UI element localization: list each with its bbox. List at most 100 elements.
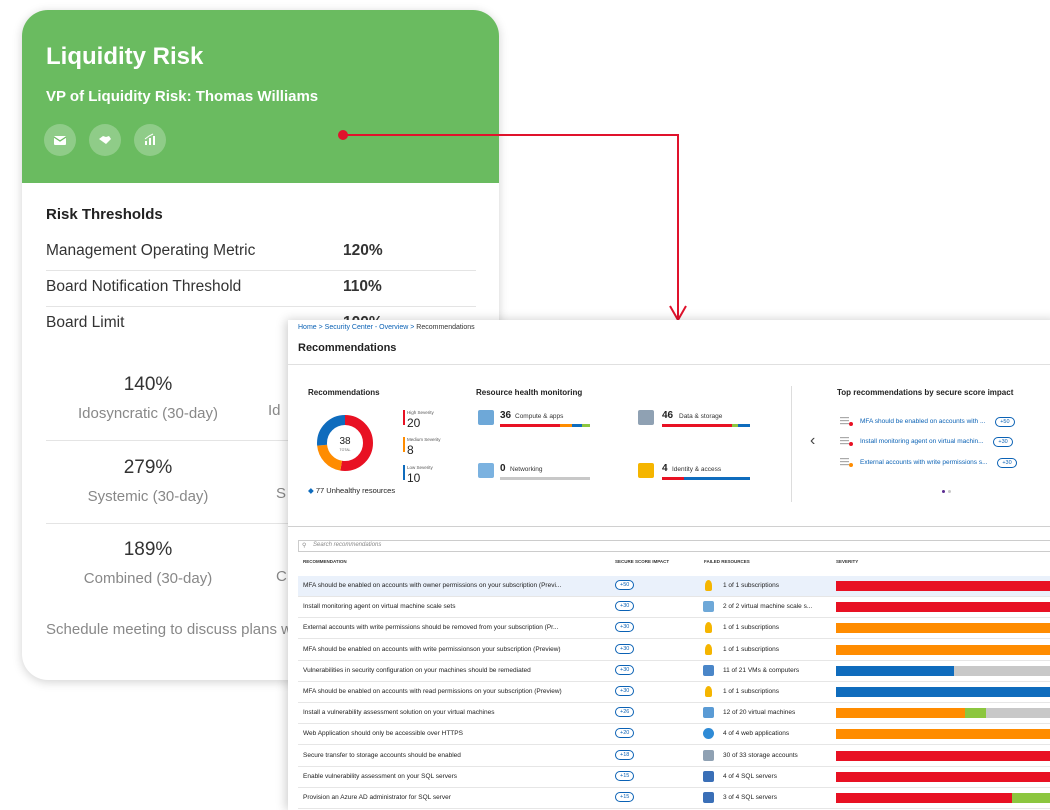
storage-icon <box>638 410 654 425</box>
health-label[interactable]: Identity & access <box>672 466 721 473</box>
severity-segment <box>836 772 1050 782</box>
column-header-score[interactable]: SECURE SCORE IMPACT <box>615 559 669 564</box>
table-row[interactable]: External accounts with write permissions… <box>298 618 1050 639</box>
top-rec-label: External accounts with write permissions… <box>860 459 988 466</box>
unhealthy-resources[interactable]: ◆ 77 Unhealthy resources <box>308 486 395 495</box>
score-pill: +15 <box>615 771 634 781</box>
recommendation-text: MFA should be enabled on accounts with w… <box>303 646 561 653</box>
networking-icon <box>478 463 494 478</box>
key-icon <box>705 580 712 591</box>
key-icon <box>705 644 712 655</box>
compute-icon <box>478 410 494 425</box>
search-icon: ⚲ <box>302 542 306 549</box>
failed-resources: 1 of 1 subscriptions <box>723 624 779 631</box>
divider <box>288 526 1050 527</box>
health-label[interactable]: Compute & apps <box>515 413 563 420</box>
table-row[interactable]: MFA should be enabled on accounts with o… <box>298 576 1050 597</box>
search-input[interactable]: ⚲ Search recommendations <box>298 540 1050 552</box>
severity-marker-medium <box>403 437 405 452</box>
severity-count: 10 <box>407 471 420 485</box>
chevron-left-icon[interactable]: ‹ <box>810 432 815 450</box>
list-icon <box>840 458 853 467</box>
failed-resources: 3 of 4 SQL servers <box>723 794 777 801</box>
column-header-failed[interactable]: FAILED RESOURCES <box>704 559 750 564</box>
cube-icon: ◆ <box>308 486 314 495</box>
health-label[interactable]: Networking <box>510 466 543 473</box>
severity-segment <box>836 751 1050 761</box>
severity-segment <box>986 708 1050 718</box>
severity-marker-high <box>403 410 405 425</box>
table-row[interactable]: MFA should be enabled on accounts with w… <box>298 640 1050 661</box>
table-row[interactable]: Install a vulnerability assessment solut… <box>298 703 1050 724</box>
breadcrumb-overview[interactable]: Security Center - Overview <box>325 324 409 331</box>
failed-resources: 1 of 1 subscriptions <box>723 688 779 695</box>
failed-resources: 12 of 20 virtual machines <box>723 709 795 716</box>
table-row[interactable]: Vulnerabilities in security configuratio… <box>298 661 1050 682</box>
search-placeholder: Search recommendations <box>313 542 381 548</box>
severity-bar <box>836 729 1050 739</box>
column-header-severity[interactable]: SEVERITY <box>836 559 858 564</box>
severity-segment <box>836 602 1050 612</box>
recommendation-text: Secure transfer to storage accounts shou… <box>303 752 461 759</box>
failed-resources: 4 of 4 SQL servers <box>723 773 777 780</box>
severity-bar <box>836 666 1050 676</box>
recommendation-text: Vulnerabilities in security configuratio… <box>303 667 531 674</box>
health-label[interactable]: Data & storage <box>679 413 722 420</box>
score-pill: +50 <box>615 580 634 590</box>
recommendation-text: MFA should be enabled on accounts with o… <box>303 582 561 589</box>
sql-icon <box>703 771 714 782</box>
health-count[interactable]: 0 <box>500 463 506 474</box>
table-row[interactable]: Enable vulnerability assessment on your … <box>298 767 1050 788</box>
severity-segment <box>836 666 954 676</box>
score-pill: +30 <box>615 665 634 675</box>
failed-resources: 1 of 1 subscriptions <box>723 646 779 653</box>
monitor-icon <box>703 707 714 718</box>
carousel-dots[interactable] <box>942 490 951 493</box>
failed-resources: 4 of 4 web applications <box>723 730 789 737</box>
arrow-line <box>343 135 678 318</box>
sql-icon <box>703 792 714 803</box>
health-bar <box>662 424 750 427</box>
score-pill: +30 <box>615 644 634 654</box>
severity-segment <box>836 708 965 718</box>
severity-bar <box>836 645 1050 655</box>
table-row[interactable]: Secure transfer to storage accounts shou… <box>298 746 1050 767</box>
health-count[interactable]: 36 <box>500 410 511 421</box>
breadcrumb-home[interactable]: Home <box>298 324 317 331</box>
table-row[interactable]: MFA should be enabled on accounts with r… <box>298 682 1050 703</box>
top-rec-item[interactable]: Install monitoring agent on virtual mach… <box>860 437 1013 447</box>
page-title: Recommendations <box>298 342 396 354</box>
recommendations-donut: 38 TOTAL <box>316 414 374 472</box>
divider <box>288 364 1050 365</box>
severity-bar <box>836 581 1050 591</box>
list-icon <box>840 437 853 446</box>
recommendation-text: External accounts with write permissions… <box>303 624 558 631</box>
severity-segment <box>836 729 1050 739</box>
column-header-recommendation[interactable]: RECOMMENDATION <box>303 559 347 564</box>
failed-resources: 2 of 2 virtual machine scale s... <box>723 603 812 610</box>
recommendation-text: Web Application should only be accessibl… <box>303 730 463 737</box>
severity-segment <box>965 708 986 718</box>
health-bar <box>500 477 590 480</box>
top-rec-label: MFA should be enabled on accounts with .… <box>860 418 985 425</box>
severity-label: Low Severity <box>407 465 433 470</box>
severity-bar <box>836 793 1050 803</box>
health-count[interactable]: 46 <box>662 410 673 421</box>
top-rec-item[interactable]: MFA should be enabled on accounts with .… <box>860 417 1015 427</box>
recommendation-text: Install a vulnerability assessment solut… <box>303 709 494 716</box>
score-pill: +20 <box>615 728 634 738</box>
unhealthy-label: 77 Unhealthy resources <box>316 486 395 495</box>
table-row[interactable]: Install monitoring agent on virtual mach… <box>298 597 1050 618</box>
failed-resources: 11 of 21 VMs & computers <box>723 667 799 674</box>
score-pill: +30 <box>997 458 1016 468</box>
top-rec-item[interactable]: External accounts with write permissions… <box>860 458 1017 468</box>
health-count[interactable]: 4 <box>662 463 668 474</box>
score-pill: +30 <box>615 601 634 611</box>
key-icon <box>705 686 712 697</box>
severity-segment <box>836 793 1012 803</box>
health-bar <box>500 424 590 427</box>
recommendation-text: MFA should be enabled on accounts with r… <box>303 688 562 695</box>
table-row[interactable]: Web Application should only be accessibl… <box>298 724 1050 745</box>
score-pill: +30 <box>993 437 1012 447</box>
severity-bar <box>836 623 1050 633</box>
